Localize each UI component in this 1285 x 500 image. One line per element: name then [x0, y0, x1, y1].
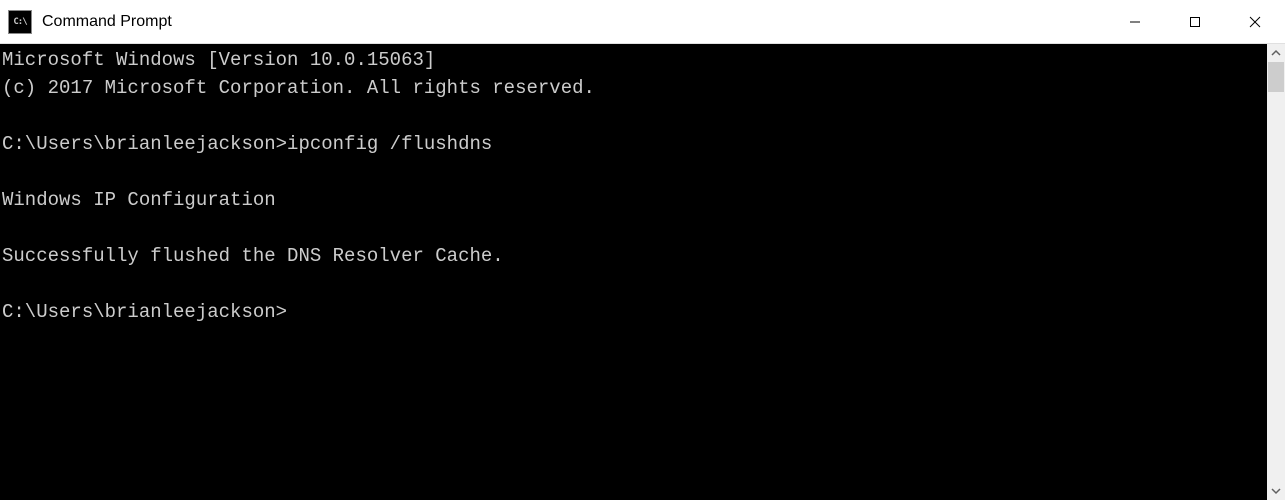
close-button[interactable] — [1225, 0, 1285, 43]
scroll-track[interactable] — [1267, 62, 1285, 482]
terminal-line — [2, 102, 1267, 130]
terminal-line — [2, 270, 1267, 298]
terminal-line: Microsoft Windows [Version 10.0.15063] — [2, 46, 1267, 74]
vertical-scrollbar[interactable] — [1267, 44, 1285, 500]
terminal-line: Windows IP Configuration — [2, 186, 1267, 214]
terminal-line: C:\Users\brianleejackson>ipconfig /flush… — [2, 130, 1267, 158]
terminal-line: C:\Users\brianleejackson> — [2, 298, 1267, 326]
terminal-line: (c) 2017 Microsoft Corporation. All righ… — [2, 74, 1267, 102]
scroll-thumb[interactable] — [1268, 62, 1284, 92]
window-title: Command Prompt — [42, 13, 172, 31]
close-icon — [1249, 16, 1261, 28]
scroll-down-arrow-icon[interactable] — [1267, 482, 1285, 500]
window-controls — [1105, 0, 1285, 43]
terminal-line — [2, 158, 1267, 186]
scroll-up-arrow-icon[interactable] — [1267, 44, 1285, 62]
minimize-icon — [1129, 16, 1141, 28]
app-icon-text: C:\ — [13, 17, 26, 27]
minimize-button[interactable] — [1105, 0, 1165, 43]
terminal-area: Microsoft Windows [Version 10.0.15063](c… — [0, 44, 1285, 500]
terminal-output[interactable]: Microsoft Windows [Version 10.0.15063](c… — [0, 44, 1267, 500]
maximize-button[interactable] — [1165, 0, 1225, 43]
maximize-icon — [1189, 16, 1201, 28]
window-titlebar: C:\ Command Prompt — [0, 0, 1285, 44]
command-prompt-icon: C:\ — [8, 10, 32, 34]
terminal-line: Successfully flushed the DNS Resolver Ca… — [2, 242, 1267, 270]
terminal-line — [2, 214, 1267, 242]
